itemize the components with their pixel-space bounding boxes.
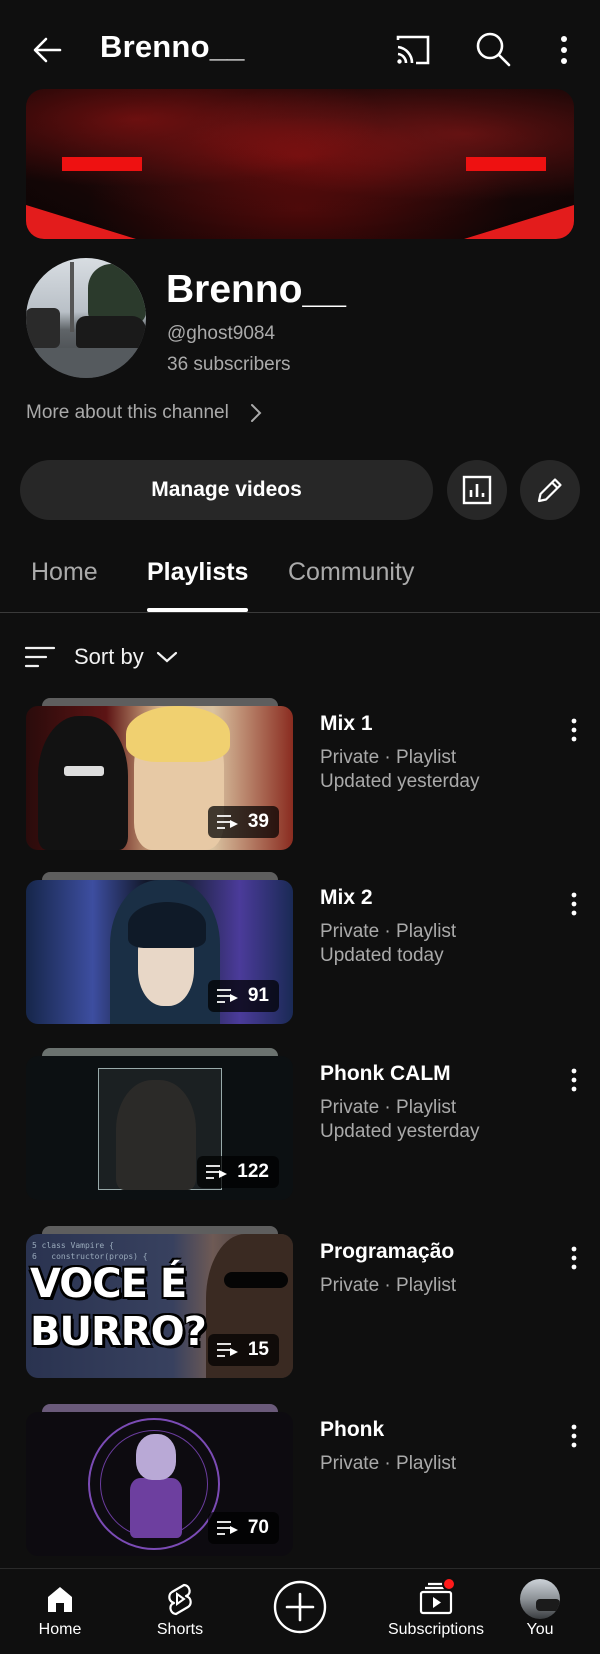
playlist-meta: Private · Playlist — [320, 1452, 456, 1476]
nav-home-label: Home — [38, 1621, 82, 1638]
more-about-label: More about this channel — [26, 402, 229, 423]
chevron-down-icon — [156, 651, 177, 663]
video-count-badge: 70 — [207, 1512, 279, 1544]
nav-you[interactable]: You — [510, 1569, 570, 1654]
top-app-bar: Brenno__ — [0, 0, 600, 96]
playlist-item[interactable]: 122 Phonk CALM Private · Playlist Update… — [0, 1048, 600, 1206]
header-title: Brenno__ — [100, 29, 245, 64]
playlist-privacy: Private · Playlist — [320, 747, 457, 768]
back-arrow-icon[interactable] — [28, 30, 68, 70]
channel-avatar[interactable] — [26, 258, 146, 378]
channel-name: Brenno__ — [166, 268, 346, 311]
playlist-title[interactable]: Phonk CALM — [320, 1062, 451, 1086]
playlist-thumbnail[interactable]: 122 — [26, 1056, 293, 1200]
playlist-meta: Private · Playlist Updated yesterday — [320, 746, 480, 794]
playlist-item[interactable]: 39 Mix 1 Private · Playlist Updated yest… — [0, 698, 600, 856]
video-count-badge: 91 — [207, 980, 279, 1012]
playlist-privacy: Private · Playlist — [320, 1453, 457, 1474]
more-vert-icon[interactable] — [560, 1422, 588, 1450]
playlist-icon — [216, 989, 238, 1003]
playlist-meta: Private · Playlist Updated today — [320, 920, 456, 968]
search-icon[interactable] — [472, 28, 514, 70]
video-count-badge: 15 — [207, 1334, 279, 1366]
notification-dot — [442, 1577, 456, 1591]
sort-by-label: Sort by — [74, 644, 144, 669]
analytics-button[interactable] — [447, 460, 507, 520]
playlist-meta: Private · Playlist Updated yesterday — [320, 1096, 480, 1144]
plus-circle-icon — [273, 1580, 327, 1634]
playlist-icon — [216, 815, 238, 829]
playlist-icon — [216, 1343, 238, 1357]
playlist-privacy: Private · Playlist — [320, 1097, 457, 1118]
thumbnail-caption: VOCE É BURRO? — [30, 1261, 207, 1355]
home-icon — [48, 1587, 72, 1612]
chevron-right-icon — [250, 404, 262, 422]
video-count-badge: 39 — [207, 806, 279, 838]
playlist-title[interactable]: Mix 2 — [320, 886, 373, 910]
sort-by-button[interactable]: Sort by — [24, 640, 178, 674]
channel-banner — [26, 89, 574, 239]
playlist-icon — [216, 1521, 238, 1535]
playlist-privacy: Private · Playlist — [320, 921, 457, 942]
nav-subscriptions[interactable]: Subscriptions — [366, 1569, 506, 1654]
manage-videos-button[interactable]: Manage videos — [20, 460, 433, 520]
tab-community[interactable]: Community — [288, 558, 414, 587]
edit-channel-button[interactable] — [520, 460, 580, 520]
shorts-icon — [168, 1583, 192, 1616]
user-avatar — [520, 1579, 560, 1619]
more-vert-icon[interactable] — [560, 1066, 588, 1094]
video-count-badge: 122 — [197, 1156, 279, 1188]
more-vert-icon[interactable] — [560, 716, 588, 744]
playlist-updated: Updated today — [320, 945, 444, 966]
tab-playlists[interactable]: Playlists — [147, 558, 248, 587]
more-about-channel-link[interactable]: More about this channel — [26, 402, 263, 424]
playlist-title[interactable]: Programação — [320, 1240, 454, 1264]
analytics-icon — [462, 475, 492, 505]
playlist-title[interactable]: Mix 1 — [320, 712, 373, 736]
playlist-updated: Updated yesterday — [320, 1121, 480, 1142]
playlist-item[interactable]: 70 Phonk Private · Playlist — [0, 1404, 600, 1562]
playlist-icon — [206, 1165, 228, 1179]
playlist-thumbnail[interactable]: 39 — [26, 706, 293, 850]
more-vert-icon[interactable] — [560, 1244, 588, 1272]
playlist-item[interactable]: 91 Mix 2 Private · Playlist Updated toda… — [0, 872, 600, 1030]
active-tab-indicator — [147, 608, 248, 612]
nav-shorts-label: Shorts — [156, 1621, 204, 1638]
nav-subscriptions-label: Subscriptions — [387, 1621, 485, 1638]
playlist-item[interactable]: 5 class Vampire {6 constructor(props) { … — [0, 1226, 600, 1384]
nav-you-label: You — [526, 1621, 554, 1638]
more-vert-icon[interactable] — [550, 30, 578, 70]
bottom-navigation: Home Shorts Subscriptions You — [0, 1568, 600, 1654]
tab-home[interactable]: Home — [31, 558, 98, 587]
playlist-thumbnail[interactable]: 70 — [26, 1412, 293, 1556]
more-vert-icon[interactable] — [560, 890, 588, 918]
channel-handle: @ghost9084 — [167, 323, 276, 344]
cast-icon[interactable] — [392, 30, 434, 70]
playlist-meta: Private · Playlist — [320, 1274, 456, 1298]
subscriber-count: 36 subscribers — [167, 354, 291, 375]
playlist-thumbnail[interactable]: 5 class Vampire {6 constructor(props) { … — [26, 1234, 293, 1378]
playlist-updated: Updated yesterday — [320, 771, 480, 792]
playlist-thumbnail[interactable]: 91 — [26, 880, 293, 1024]
channel-tabs: Home Playlists Community — [0, 552, 600, 613]
playlist-title[interactable]: Phonk — [320, 1418, 384, 1442]
pencil-icon — [537, 478, 562, 503]
sort-icon — [24, 646, 56, 668]
nav-home[interactable]: Home — [30, 1569, 90, 1654]
create-button[interactable] — [268, 1569, 332, 1654]
playlist-privacy: Private · Playlist — [320, 1275, 457, 1296]
nav-shorts[interactable]: Shorts — [150, 1569, 210, 1654]
